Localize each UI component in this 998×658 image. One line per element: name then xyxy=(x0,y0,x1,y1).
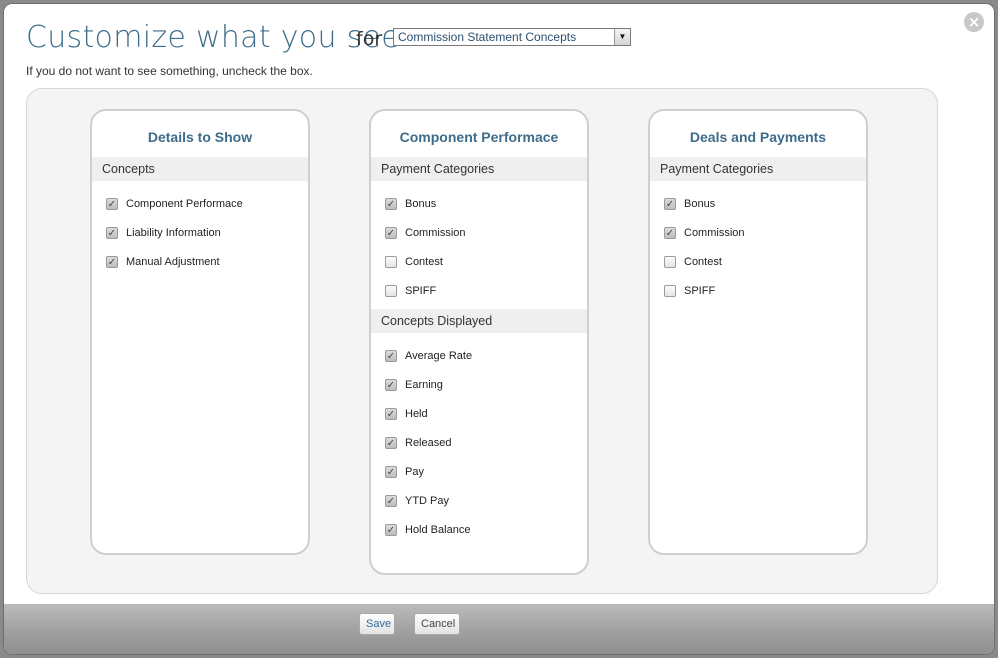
checkbox-label: Pay xyxy=(405,465,424,478)
checkbox-item[interactable]: ✓ Manual Adjustment xyxy=(92,247,308,276)
checkbox-unchecked[interactable] xyxy=(664,255,676,268)
select-value: Commission Statement Concepts xyxy=(398,30,577,44)
checkbox-label: Liability Information xyxy=(126,226,221,239)
card-title: Deals and Payments xyxy=(689,129,827,145)
checkbox-checked[interactable]: ✓ xyxy=(664,226,676,239)
checkbox-unchecked[interactable] xyxy=(385,284,397,297)
checkbox-checked[interactable]: ✓ xyxy=(385,436,397,449)
checkbox-label: Contest xyxy=(684,255,722,268)
checkbox-label: Bonus xyxy=(684,197,716,210)
checkbox-unchecked[interactable] xyxy=(385,255,397,268)
checkbox-item[interactable]: SPIFF xyxy=(371,276,587,305)
checkbox-label: Manual Adjustment xyxy=(126,255,220,268)
checkbox-item[interactable]: ✓ YTD Pay xyxy=(371,486,587,515)
statement-type-select[interactable]: Commission Statement Concepts ▼ xyxy=(393,28,631,46)
checkbox-item[interactable]: ✓ Commission xyxy=(650,218,866,247)
checkbox-item[interactable]: ✓ Component Performace xyxy=(92,189,308,218)
checkbox-list: ✓ Bonus ✓ Commission Contest SPIFF xyxy=(371,181,587,309)
checkbox-checked[interactable]: ✓ xyxy=(385,465,397,478)
checkbox-item[interactable]: Contest xyxy=(371,247,587,276)
card-title: Component Performace xyxy=(399,129,559,145)
customize-dialog: Customize what you see for Commission St… xyxy=(4,4,994,654)
checkbox-list: ✓ Bonus ✓ Commission Contest SPIFF xyxy=(650,181,866,309)
instructions-text: If you do not want to see something, unc… xyxy=(26,64,313,78)
checkbox-checked[interactable]: ✓ xyxy=(385,407,397,420)
checkbox-checked[interactable]: ✓ xyxy=(106,226,118,239)
card-component-performace: Component Performace Payment Categories … xyxy=(369,109,589,575)
checkbox-item[interactable]: ✓ Held xyxy=(371,399,587,428)
group-heading: Payment Categories xyxy=(371,157,587,181)
checkbox-checked[interactable]: ✓ xyxy=(385,226,397,239)
checkbox-item[interactable]: ✓ Average Rate xyxy=(371,341,587,370)
checkbox-label: Average Rate xyxy=(405,349,473,362)
checkbox-checked[interactable]: ✓ xyxy=(385,523,397,536)
options-panel: Details to Show Concepts ✓ Component Perf… xyxy=(26,88,938,594)
checkbox-checked[interactable]: ✓ xyxy=(106,197,118,210)
dialog-title: Customize what you see xyxy=(26,20,401,55)
checkbox-item[interactable]: ✓ Liability Information xyxy=(92,218,308,247)
card-deals-and-payments: Deals and Payments Payment Categories ✓ B… xyxy=(648,109,868,555)
checkbox-label: Bonus xyxy=(405,197,437,210)
checkbox-label: Contest xyxy=(405,255,443,268)
checkbox-unchecked[interactable] xyxy=(664,284,676,297)
checkbox-label: YTD Pay xyxy=(405,494,450,507)
checkbox-checked[interactable]: ✓ xyxy=(385,197,397,210)
checkbox-checked[interactable]: ✓ xyxy=(385,349,397,362)
checkbox-item[interactable]: SPIFF xyxy=(650,276,866,305)
card-details-to-show: Details to Show Concepts ✓ Component Perf… xyxy=(90,109,310,555)
checkbox-item[interactable]: ✓ Earning xyxy=(371,370,587,399)
checkbox-label: Commission xyxy=(405,226,466,239)
checkbox-label: Released xyxy=(405,436,452,449)
group-heading: Payment Categories xyxy=(650,157,866,181)
dropdown-arrow-icon[interactable]: ▼ xyxy=(614,29,630,45)
close-icon[interactable]: × xyxy=(964,12,984,32)
checkbox-list: ✓ Average Rate ✓ Earning ✓ Held ✓ Released ✓ Pay ✓… xyxy=(371,333,587,548)
checkbox-list: ✓ Component Performace ✓ Liability Informat… xyxy=(92,181,308,280)
checkbox-item[interactable]: ✓ Bonus xyxy=(650,189,866,218)
checkbox-item[interactable]: ✓ Hold Balance xyxy=(371,515,587,544)
checkbox-label: Commission xyxy=(684,226,745,239)
checkbox-label: Earning xyxy=(405,378,443,391)
checkbox-item[interactable]: ✓ Commission xyxy=(371,218,587,247)
checkbox-checked[interactable]: ✓ xyxy=(385,494,397,507)
group-heading: Concepts xyxy=(92,157,308,181)
checkbox-label: Hold Balance xyxy=(405,523,471,536)
group-heading: Concepts Displayed xyxy=(371,309,587,333)
card-title: Details to Show xyxy=(147,129,253,145)
dialog-footer: Save Cancel xyxy=(4,604,994,654)
cancel-button[interactable]: Cancel xyxy=(414,613,460,635)
checkbox-label: SPIFF xyxy=(684,284,716,297)
checkbox-checked[interactable]: ✓ xyxy=(106,255,118,268)
checkbox-item[interactable]: ✓ Pay xyxy=(371,457,587,486)
checkbox-item[interactable]: ✓ Bonus xyxy=(371,189,587,218)
checkbox-checked[interactable]: ✓ xyxy=(664,197,676,210)
for-label: for xyxy=(356,28,383,50)
save-button[interactable]: Save xyxy=(359,613,395,635)
checkbox-item[interactable]: ✓ Released xyxy=(371,428,587,457)
checkbox-label: SPIFF xyxy=(405,284,437,297)
checkbox-item[interactable]: Contest xyxy=(650,247,866,276)
checkbox-label: Held xyxy=(405,407,428,420)
checkbox-label: Component Performace xyxy=(126,197,243,210)
checkbox-checked[interactable]: ✓ xyxy=(385,378,397,391)
